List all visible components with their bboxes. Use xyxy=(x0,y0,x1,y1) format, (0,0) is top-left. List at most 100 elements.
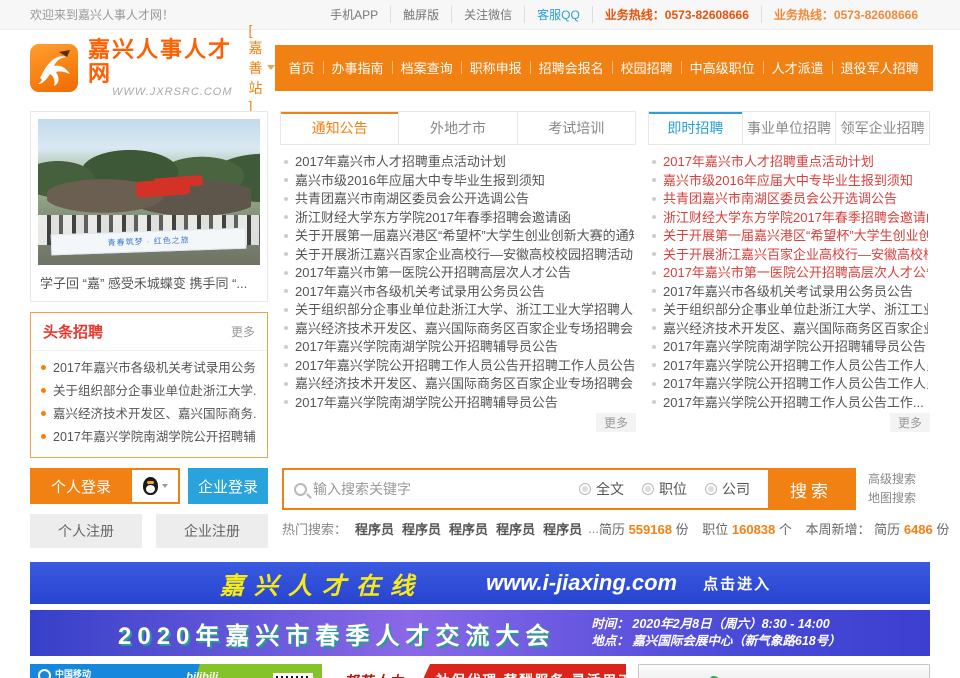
scope-position-radio[interactable]: 职位 xyxy=(642,479,687,499)
job-item[interactable]: 浙江财经大学东方学院2017年春季招聘会邀请函 xyxy=(650,209,928,228)
headline-item[interactable]: 关于组织部分企事业单位赴浙江大学... xyxy=(41,380,257,403)
nav-veteran[interactable]: 退役军人招聘 xyxy=(833,58,927,77)
headline-title: 头条招聘 xyxy=(43,321,103,342)
spring-jobfair-banner[interactable]: 2020年嘉兴市春季人才交流大会 时间： 2020年2月8日（周六）8:30 -… xyxy=(30,610,930,656)
map-search-link[interactable]: 地图搜索 xyxy=(868,489,930,508)
notice-item[interactable]: 关于开展浙江嘉兴百家企业高校行—安徽高校校园招聘活动的通... xyxy=(282,246,634,265)
hot-keyword[interactable]: 程序员 xyxy=(355,519,394,538)
job-item[interactable]: 共青团嘉兴市南湖区委员会公开选调公告 xyxy=(650,190,928,209)
job-item[interactable]: 2017年嘉兴学院公开招聘工作人员公告工作... xyxy=(650,394,928,413)
banner2-title: 2020年嘉兴市春季人才交流大会 xyxy=(118,616,555,651)
headline-more-link[interactable]: 更多 xyxy=(231,323,255,340)
jiaxing-talent-online-banner[interactable]: 嘉兴人才在线 www.i-jiaxing.com 点击进入 xyxy=(30,562,930,604)
site-logo-link[interactable]: 嘉兴人事人才网 WWW.JXRSRC.COM xyxy=(30,38,233,98)
headline-item[interactable]: 2017年嘉兴市各级机关考试录用公务... xyxy=(41,357,257,380)
nav-home[interactable]: 首页 xyxy=(281,58,323,77)
page: 欢迎来到嘉兴人事人才网！ 手机APP 触屏版 关注微信 客服QQ 业务热线：05… xyxy=(0,0,960,678)
toplink-touch-version[interactable]: 触屏版 xyxy=(391,6,452,23)
nav-senior-jobs[interactable]: 中高级职位 xyxy=(682,58,763,77)
advanced-search-link[interactable]: 高级搜索 xyxy=(868,470,930,489)
job-item[interactable]: 2017年嘉兴市各级机关考试录用公务员公告 xyxy=(650,283,928,302)
hot-search-label: 热门搜索： xyxy=(282,519,347,538)
jaly-ad[interactable]: JALY 嘉丽日用品 xyxy=(638,664,930,678)
notice-more-link[interactable]: 更多 xyxy=(596,413,636,432)
company-login-button[interactable]: 企业登录 xyxy=(188,468,268,504)
tab-public-institution[interactable]: 事业单位招聘 xyxy=(742,112,836,144)
tab-instant-jobs[interactable]: 即时招聘 xyxy=(649,112,742,144)
notice-item[interactable]: 嘉兴经济技术开发区、嘉兴国际商务区百家企业专场招聘会公告 xyxy=(282,320,634,339)
job-item[interactable]: 2017年嘉兴学院南湖学院公开招聘辅导员公告 xyxy=(650,338,928,357)
job-item[interactable]: 关于组织部分企事业单位赴浙江大学、浙江工业大... xyxy=(650,301,928,320)
nav-campus[interactable]: 校园招聘 xyxy=(613,58,681,77)
headline-header: 头条招聘 更多 xyxy=(31,313,267,351)
notice-item[interactable]: 2017年嘉兴学院南湖学院公开招聘辅导员公告 xyxy=(282,338,634,357)
tab-outside-market[interactable]: 外地才市 xyxy=(398,112,516,144)
bangmang-hr-ad[interactable]: 邦芒人力 50bm.com 社保代理 薪酬服务 灵活用工 业务外包 人事代理 求… xyxy=(334,664,626,678)
main-nav: 首页 办事指南 档案查询 职称申报 招聘会报名 校园招聘 中高级职位 人才派遣 … xyxy=(275,45,933,91)
notice-item[interactable]: 2017年嘉兴学院公开招聘工作人员公告开招聘工作人员公告开... xyxy=(282,357,634,376)
main-content: 青春筑梦 · 红色之旅 学子回 “嘉” 感受禾城蝶变 携手同 “... 头条招聘… xyxy=(0,105,960,458)
nav-title-apply[interactable]: 职称申报 xyxy=(462,58,530,77)
hot-keyword[interactable]: 程序员 xyxy=(496,519,535,538)
notice-item[interactable]: 2017年嘉兴学院南湖学院公开招聘辅导员公告 xyxy=(282,394,634,413)
company-register-button[interactable]: 企业注册 xyxy=(156,514,268,548)
notice-item[interactable]: 2017年嘉兴市第一医院公开招聘高层次人才公告 xyxy=(282,264,634,283)
radio-icon xyxy=(579,483,591,495)
personal-login-button[interactable]: 个人登录 xyxy=(30,468,132,504)
photo-caption[interactable]: 学子回 “嘉” 感受禾城蝶变 携手同 “... xyxy=(38,265,260,294)
notice-item[interactable]: 嘉兴经济技术开发区、嘉兴国际商务区百家企业专场招聘会公告 xyxy=(282,375,634,394)
job-item[interactable]: 嘉兴市级2016年应届大中专毕业生报到须知 xyxy=(650,172,928,191)
tab-notice[interactable]: 通知公告 xyxy=(281,112,398,144)
station-selector[interactable]: [ 嘉善站 ] xyxy=(249,22,275,114)
notice-item[interactable]: 共青团嘉兴市南湖区委员会公开选调公告 xyxy=(282,190,634,209)
job-item[interactable]: 2017年嘉兴学院公开招聘工作人员公告工作人员... xyxy=(650,375,928,394)
toplink-wechat[interactable]: 关注微信 xyxy=(452,6,525,23)
notice-item[interactable]: 2017年嘉兴市各级机关考试录用公务员公告 xyxy=(282,283,634,302)
hot-keyword[interactable]: 程序员 xyxy=(449,519,488,538)
site-header: 嘉兴人事人才网 WWW.JXRSRC.COM [ 嘉善站 ] 首页 办事指南 档… xyxy=(0,30,960,105)
notice-item[interactable]: 嘉兴市级2016年应届大中专毕业生报到须知 xyxy=(282,172,634,191)
job-item[interactable]: 关于开展浙江嘉兴百家企业高校行—安徽高校校园... xyxy=(650,246,928,265)
china-mobile-ad[interactable]: 中国移动China Mobile 移动花卡 bilibili 看番剧、刷视频 季… xyxy=(30,664,322,678)
news-photo[interactable]: 青春筑梦 · 红色之旅 xyxy=(38,119,260,265)
jobs-more-link[interactable]: 更多 xyxy=(890,413,930,432)
job-item[interactable]: 关于开展第一届嘉兴港区“希望杯”大学生创业创... xyxy=(650,227,928,246)
notice-item[interactable]: 2017年嘉兴市人才招聘重点活动计划 xyxy=(282,153,634,172)
banner1-title: 嘉兴人才在线 xyxy=(220,566,424,601)
notice-item[interactable]: 关于组织部分企事业单位赴浙江大学、浙江工业大学招聘人才的... xyxy=(282,301,634,320)
toplink-service-qq[interactable]: 客服QQ xyxy=(525,6,593,23)
job-item[interactable]: 2017年嘉兴学院公开招聘工作人员公告工作人员... xyxy=(650,357,928,376)
scope-company-radio[interactable]: 公司 xyxy=(705,479,750,499)
nav-guide[interactable]: 办事指南 xyxy=(324,58,392,77)
china-mobile-logo: 中国移动China Mobile xyxy=(38,669,91,678)
nav-archive-search[interactable]: 档案查询 xyxy=(393,58,461,77)
personal-register-button[interactable]: 个人注册 xyxy=(30,514,142,548)
hot-keyword[interactable]: 程序员 xyxy=(543,519,582,538)
station-label: [ 嘉善站 ] xyxy=(249,22,263,114)
tab-exam-training[interactable]: 考试培训 xyxy=(517,112,635,144)
headline-item[interactable]: 嘉兴经济技术开发区、嘉兴国际商务... xyxy=(41,403,257,426)
tab-leading-company[interactable]: 领军企业招聘 xyxy=(835,112,929,144)
topbar: 欢迎来到嘉兴人事人才网！ 手机APP 触屏版 关注微信 客服QQ 业务热线：05… xyxy=(0,0,960,30)
jobs-list: 2017年嘉兴市人才招聘重点活动计划 嘉兴市级2016年应届大中专毕业生报到须知… xyxy=(648,145,930,412)
search-button[interactable]: 搜索 xyxy=(768,470,854,508)
hot-keyword[interactable]: 程序员 xyxy=(402,519,441,538)
toplink-mobile-app[interactable]: 手机APP xyxy=(318,6,391,23)
job-item[interactable]: 嘉兴经济技术开发区、嘉兴国际商务区百家企业专... xyxy=(650,320,928,339)
banner2-info: 时间： 2020年2月8日（周六）8:30 - 14:00 地点： 嘉兴国际会展… xyxy=(591,616,840,650)
search-input[interactable] xyxy=(313,481,579,497)
notice-item[interactable]: 浙江财经大学东方学院2017年春季招聘会邀请函 xyxy=(282,209,634,228)
job-item[interactable]: 2017年嘉兴市人才招聘重点活动计划 xyxy=(650,153,928,172)
topbar-links: 手机APP 触屏版 关注微信 客服QQ 业务热线：0573-82608666 业… xyxy=(318,6,930,23)
qq-login-dropdown[interactable] xyxy=(132,468,180,504)
bangmang-brand: 邦芒人力 xyxy=(344,671,430,678)
job-item[interactable]: 2017年嘉兴市第一医院公开招聘高层次人才公告 xyxy=(650,264,928,283)
china-mobile-name: 中国移动China Mobile xyxy=(55,669,91,678)
headline-jobs-card: 头条招聘 更多 2017年嘉兴市各级机关考试录用公务... 关于组织部分企事业单… xyxy=(30,312,268,458)
notice-item[interactable]: 关于开展第一届嘉兴港区“希望杯”大学生创业创新大赛的通知 xyxy=(282,227,634,246)
nav-jobfair-signup[interactable]: 招聘会报名 xyxy=(531,58,612,77)
bilibili-logo: bilibili xyxy=(186,671,218,678)
headline-item[interactable]: 2017年嘉兴学院南湖学院公开招聘辅... xyxy=(41,426,257,449)
scope-fulltext-radio[interactable]: 全文 xyxy=(579,479,624,499)
nav-dispatch[interactable]: 人才派遣 xyxy=(764,58,832,77)
